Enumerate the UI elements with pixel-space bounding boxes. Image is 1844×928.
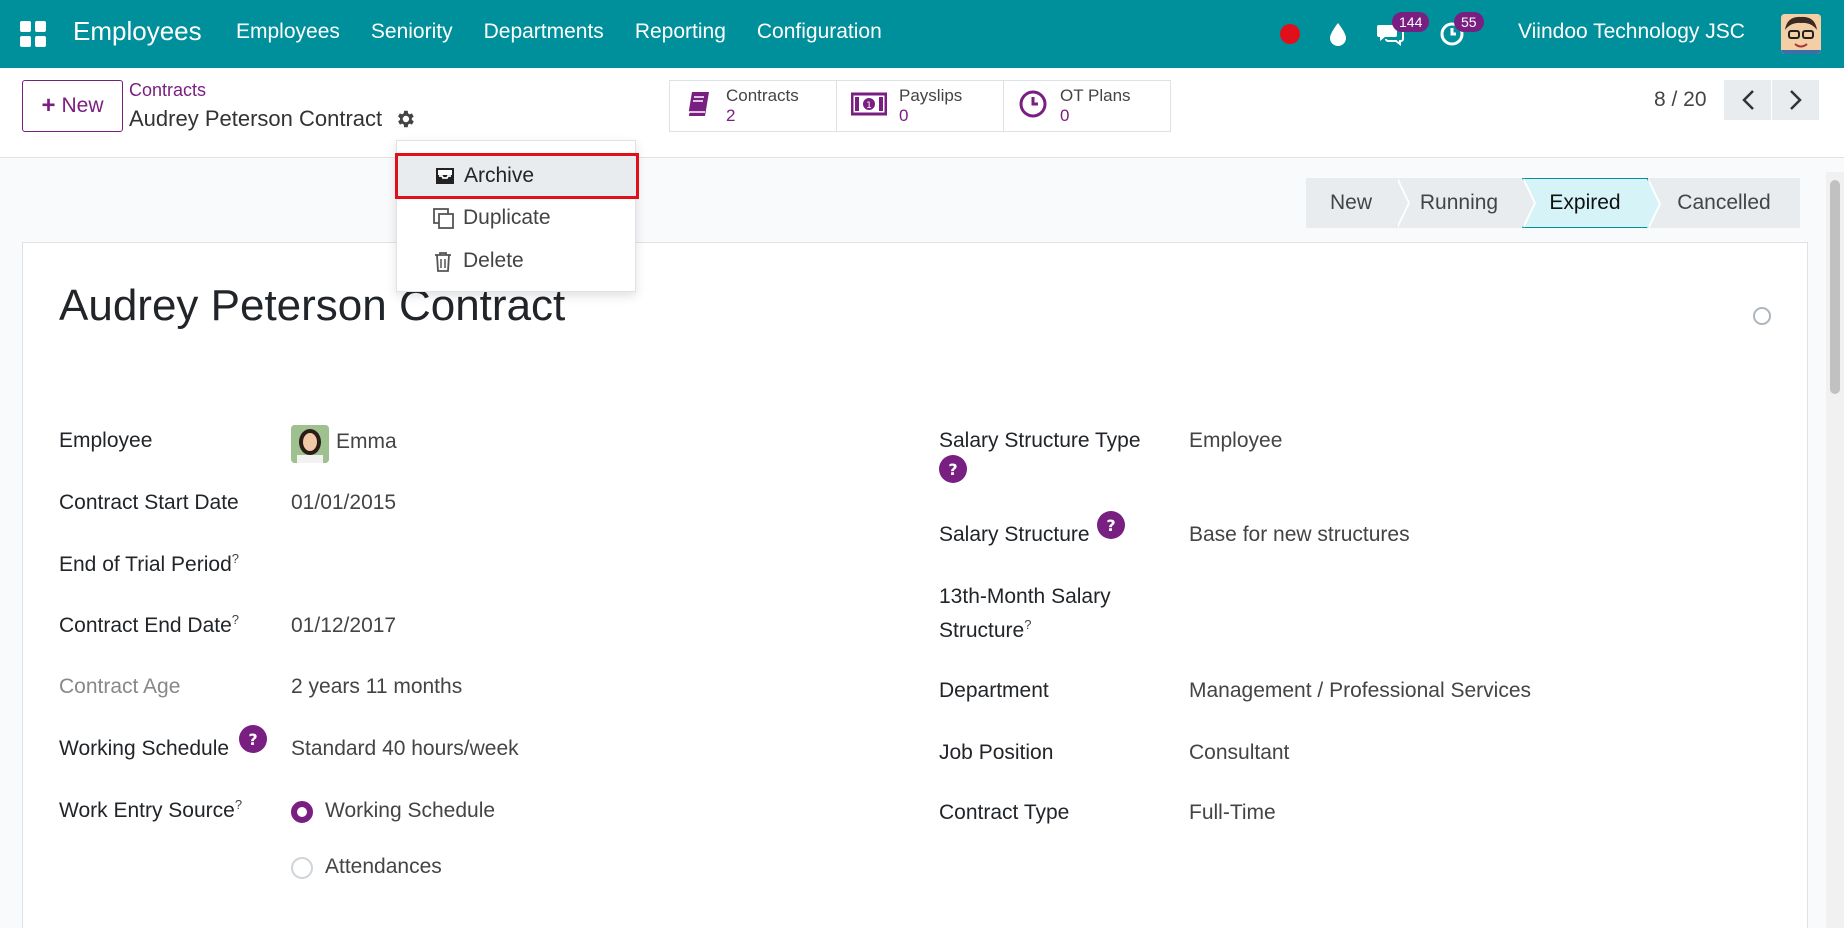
working-schedule-value[interactable]: Standard 40 hours/week xyxy=(291,737,519,761)
contract-type-value[interactable]: Full-Time xyxy=(1189,801,1276,825)
chevron-right-icon xyxy=(1789,90,1802,110)
thirteen-month-label-line2: Structure? xyxy=(939,617,1032,642)
job-position-value[interactable]: Consultant xyxy=(1189,741,1289,765)
trash-icon xyxy=(433,251,453,279)
help-icon[interactable]: ? xyxy=(1097,511,1125,539)
book-icon xyxy=(684,89,714,123)
menu-employees[interactable]: Employees xyxy=(236,20,340,44)
employee-value[interactable]: Emma xyxy=(336,430,397,454)
stage-cancelled[interactable]: Cancelled xyxy=(1648,178,1800,228)
employee-avatar xyxy=(291,425,329,463)
breadcrumb-contracts[interactable]: Contracts xyxy=(129,80,206,101)
radio-attendances-label[interactable]: Attendances xyxy=(325,855,442,879)
contract-age-label: Contract Age xyxy=(59,675,181,698)
recording-dot-icon[interactable] xyxy=(1280,24,1300,44)
smart-button-ot-plans[interactable]: OT Plans 0 xyxy=(1003,80,1171,132)
menu-configuration[interactable]: Configuration xyxy=(757,20,882,44)
form-sheet: Audrey Peterson Contract Employee Emma C… xyxy=(22,242,1808,928)
help-icon[interactable]: ? xyxy=(239,725,267,753)
user-avatar[interactable] xyxy=(1781,14,1821,54)
trial-period-value[interactable] xyxy=(291,551,791,577)
apps-menu-icon[interactable] xyxy=(20,21,46,47)
employee-label: Employee xyxy=(59,429,153,452)
archive-icon xyxy=(434,166,456,192)
menu-departments[interactable]: Departments xyxy=(484,20,604,44)
contract-end-date-label: Contract End Date? xyxy=(59,612,239,637)
smart-buttons: Contracts 2 1 Payslips 0 OT Plans 0 xyxy=(669,80,1171,132)
gear-icon[interactable] xyxy=(394,108,416,130)
clock-icon xyxy=(1018,89,1048,123)
plus-icon: + xyxy=(41,92,56,119)
main-menu: Employees Seniority Departments Reportin… xyxy=(236,20,882,44)
scrollbar-thumb[interactable] xyxy=(1830,180,1840,394)
activities-badge: 55 xyxy=(1454,12,1484,32)
page-scrollbar[interactable] xyxy=(1826,172,1844,928)
pager-value[interactable]: 8 / 20 xyxy=(1654,88,1707,112)
water-drop-icon[interactable] xyxy=(1324,20,1352,48)
contract-end-date-value[interactable]: 01/12/2017 xyxy=(291,614,396,638)
top-navbar: Employees Employees Seniority Department… xyxy=(0,0,1844,68)
svg-text:1: 1 xyxy=(866,101,872,111)
activities-clock-icon[interactable]: 55 xyxy=(1438,12,1484,48)
stage-running[interactable]: Running xyxy=(1396,178,1536,228)
radio-working-schedule-label[interactable]: Working Schedule xyxy=(325,799,495,823)
stage-expired[interactable]: Expired xyxy=(1522,178,1661,229)
salary-structure-label: Salary Structure xyxy=(939,523,1090,546)
status-bar: New Running Expired Cancelled xyxy=(1306,178,1800,229)
work-entry-source-label: Work Entry Source? xyxy=(59,797,243,822)
radio-working-schedule[interactable] xyxy=(291,801,313,823)
duplicate-menu-item[interactable]: Duplicate xyxy=(397,197,637,239)
smart-button-contracts[interactable]: Contracts 2 xyxy=(669,80,837,132)
smart-button-payslips[interactable]: 1 Payslips 0 xyxy=(836,80,1004,132)
archive-menu-item[interactable]: Archive xyxy=(395,153,639,199)
contract-start-date-label: Contract Start Date xyxy=(59,491,239,514)
job-position-label: Job Position xyxy=(939,741,1054,764)
systray: 144 55 xyxy=(1276,12,1484,56)
department-value[interactable]: Management / Professional Services xyxy=(1189,679,1531,703)
chevron-left-icon xyxy=(1741,90,1754,110)
salary-structure-value[interactable]: Base for new structures xyxy=(1189,523,1410,547)
messages-badge: 144 xyxy=(1392,12,1430,32)
contract-start-date-value[interactable]: 01/01/2015 xyxy=(291,491,396,515)
company-switcher[interactable]: Viindoo Technology JSC xyxy=(1518,20,1745,44)
thirteen-month-label-line1: 13th-Month Salary xyxy=(939,585,1111,608)
working-schedule-label: Working Schedule xyxy=(59,737,230,760)
salary-structure-type-label: Salary Structure Type xyxy=(939,429,1141,452)
control-panel: + New Contracts Audrey Peterson Contract… xyxy=(0,68,1844,158)
department-label: Department xyxy=(939,679,1049,702)
delete-menu-item[interactable]: Delete xyxy=(397,240,637,282)
money-icon: 1 xyxy=(850,91,888,121)
copy-icon xyxy=(433,208,455,236)
action-dropdown-menu: Archive Duplicate Delete xyxy=(395,140,639,292)
thirteen-month-value[interactable] xyxy=(1189,585,1689,611)
contract-type-label: Contract Type xyxy=(939,801,1070,824)
radio-attendances[interactable] xyxy=(291,857,313,879)
help-icon[interactable]: ? xyxy=(939,455,967,483)
menu-seniority[interactable]: Seniority xyxy=(371,20,453,44)
contract-age-value: 2 years 11 months xyxy=(291,675,463,698)
pager-buttons xyxy=(1724,80,1820,120)
breadcrumb-current: Audrey Peterson Contract xyxy=(129,106,383,131)
trial-period-label: End of Trial Period? xyxy=(59,551,239,576)
app-brand[interactable]: Employees xyxy=(73,16,202,47)
salary-structure-type-value[interactable]: Employee xyxy=(1189,429,1282,453)
stage-new[interactable]: New xyxy=(1306,178,1410,228)
pager-next-button[interactable] xyxy=(1772,80,1820,120)
kanban-state-toggle[interactable] xyxy=(1753,307,1771,325)
menu-reporting[interactable]: Reporting xyxy=(635,20,726,44)
pager-previous-button[interactable] xyxy=(1724,80,1772,120)
new-button[interactable]: + New xyxy=(22,80,123,132)
messages-icon[interactable]: 144 xyxy=(1376,12,1430,48)
